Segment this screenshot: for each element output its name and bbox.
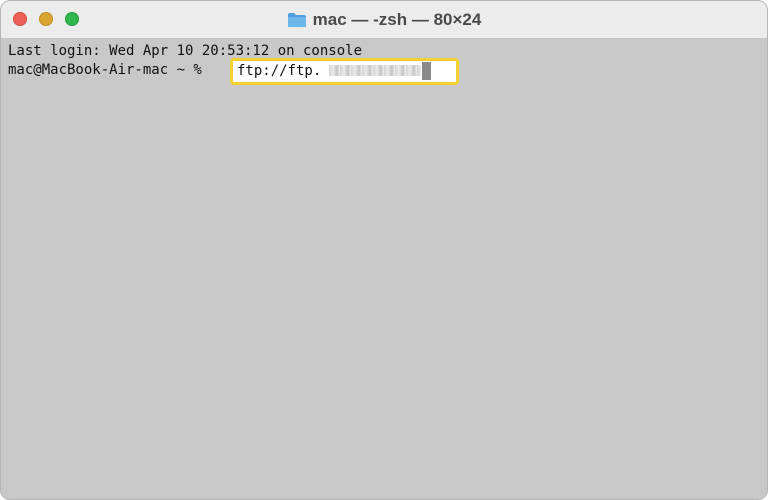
terminal-content[interactable]: Last login: Wed Apr 10 20:53:12 on conso… [1, 39, 767, 499]
command-text: ftp://ftp. [237, 63, 322, 79]
highlighted-command[interactable]: ftp://ftp. [230, 58, 459, 85]
terminal-window: mac — -zsh — 80×24 Last login: Wed Apr 1… [0, 0, 768, 500]
folder-icon [287, 12, 307, 28]
cursor [422, 62, 431, 80]
title-bar[interactable]: mac — -zsh — 80×24 [1, 1, 767, 39]
window-title: mac — -zsh — 80×24 [312, 9, 482, 29]
prompt-line: mac@MacBook-Air-mac ~ % [8, 62, 211, 78]
window-title-group: mac — -zsh — 80×24 [1, 1, 767, 38]
redacted-hostname [329, 65, 421, 76]
